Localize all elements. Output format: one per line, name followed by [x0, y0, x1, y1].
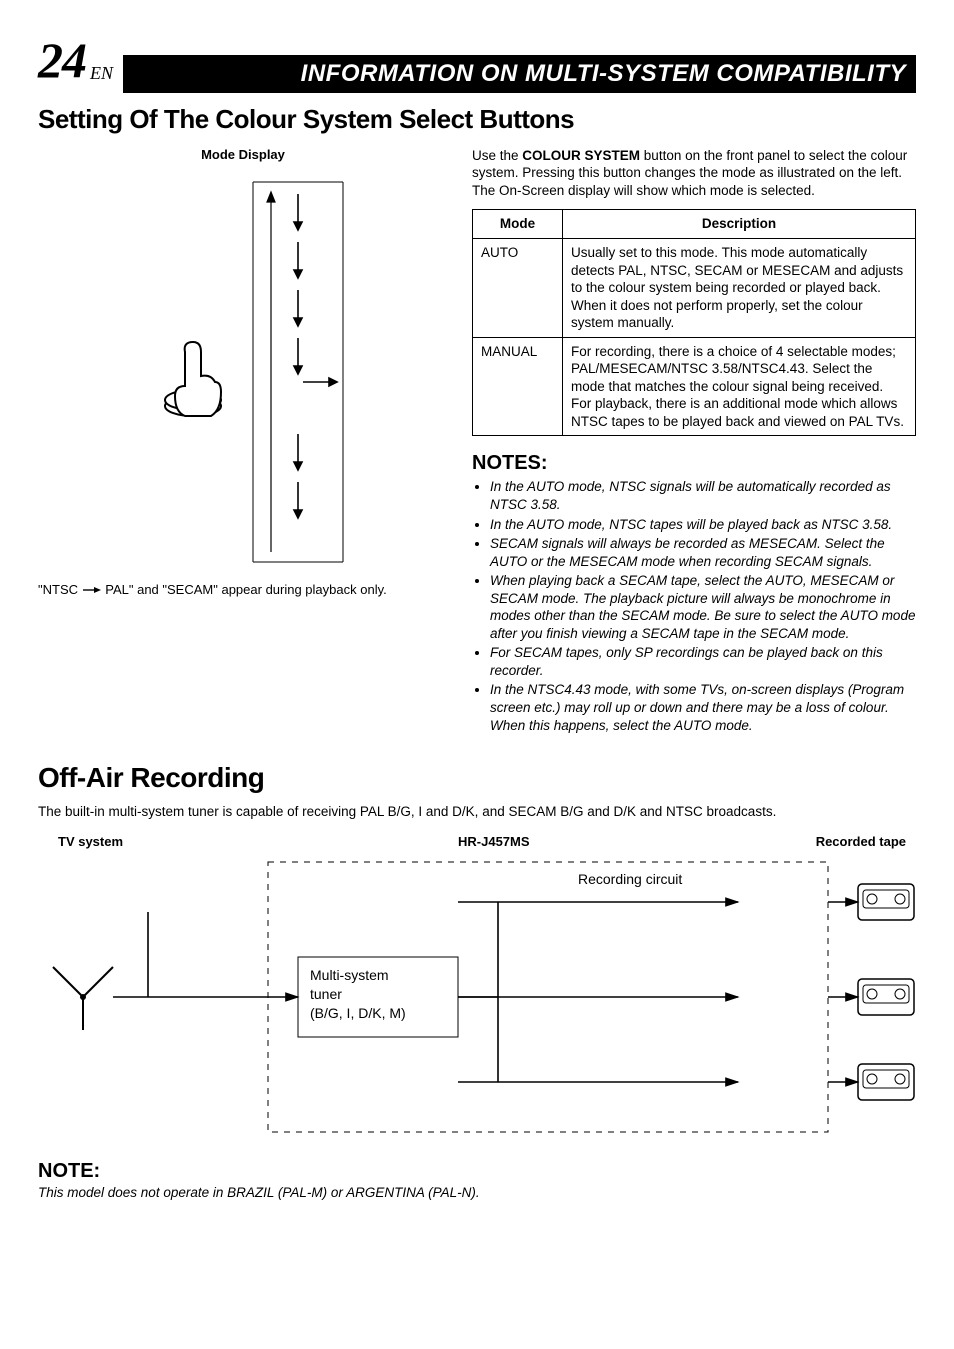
- section-title-colour-system: Setting Of The Colour System Select Butt…: [38, 103, 916, 137]
- mode-display-caption: "NTSC PAL" and "SECAM" appear during pla…: [38, 582, 448, 599]
- caption-text-post: PAL" and "SECAM" appear during playback …: [105, 582, 386, 597]
- description-column: Use the COLOUR SYSTEM button on the fron…: [472, 147, 916, 736]
- arrow-right-icon: [82, 586, 102, 594]
- list-item: In the AUTO mode, NTSC tapes will be pla…: [490, 516, 916, 534]
- off-air-intro: The built-in multi-system tuner is capab…: [38, 803, 916, 821]
- label-tv-system: TV system: [58, 834, 123, 851]
- notes-heading: NOTES:: [472, 450, 916, 476]
- off-air-diagram: TV system HR-J457MS Recorded tape Record…: [38, 834, 916, 1154]
- note-text: This model does not operate in BRAZIL (P…: [38, 1184, 916, 1202]
- page-lang: EN: [90, 62, 113, 85]
- antenna-icon: [53, 967, 113, 1030]
- list-item: In the NTSC4.43 mode, with some TVs, on-…: [490, 681, 916, 734]
- cell-desc: For recording, there is a choice of 4 se…: [563, 337, 916, 436]
- table-row: AUTO Usually set to this mode. This mode…: [473, 238, 916, 337]
- list-item: When playing back a SECAM tape, select t…: [490, 572, 916, 642]
- signal-flow-svg: [38, 852, 916, 1152]
- mode-display-column: Mode Display: [38, 147, 448, 736]
- cell-mode: AUTO: [473, 238, 563, 337]
- mode-display-diagram: [123, 172, 363, 572]
- list-item: For SECAM tapes, only SP recordings can …: [490, 644, 916, 679]
- caption-text-pre: "NTSC: [38, 582, 78, 597]
- chapter-banner: INFORMATION ON MULTI-SYSTEM COMPATIBILIT…: [123, 55, 916, 93]
- intro-bold: COLOUR SYSTEM: [522, 148, 640, 163]
- intro-pre: Use the: [472, 148, 522, 163]
- notes-list: In the AUTO mode, NTSC signals will be a…: [472, 478, 916, 734]
- note-heading: NOTE:: [38, 1158, 916, 1184]
- label-recorded-tape: Recorded tape: [816, 834, 906, 851]
- cassette-icon: [858, 1064, 914, 1100]
- mode-display-label: Mode Display: [38, 147, 448, 164]
- cell-desc: Usually set to this mode. This mode auto…: [563, 238, 916, 337]
- press-button-icon: [165, 342, 221, 416]
- page-header: 24 EN INFORMATION ON MULTI-SYSTEM COMPAT…: [38, 28, 916, 93]
- table-row: MANUAL For recording, there is a choice …: [473, 337, 916, 436]
- page-number: 24: [38, 28, 86, 93]
- list-item: In the AUTO mode, NTSC signals will be a…: [490, 478, 916, 513]
- cassette-icon: [858, 884, 914, 920]
- label-model: HR-J457MS: [458, 834, 530, 851]
- cassette-icon: [858, 979, 914, 1015]
- intro-paragraph: Use the COLOUR SYSTEM button on the fron…: [472, 147, 916, 200]
- mode-description-table: Mode Description AUTO Usually set to thi…: [472, 209, 916, 436]
- th-description: Description: [563, 210, 916, 239]
- cell-mode: MANUAL: [473, 337, 563, 436]
- list-item: SECAM signals will always be recorded as…: [490, 535, 916, 570]
- section-title-off-air: Off-Air Recording: [38, 760, 916, 796]
- th-mode: Mode: [473, 210, 563, 239]
